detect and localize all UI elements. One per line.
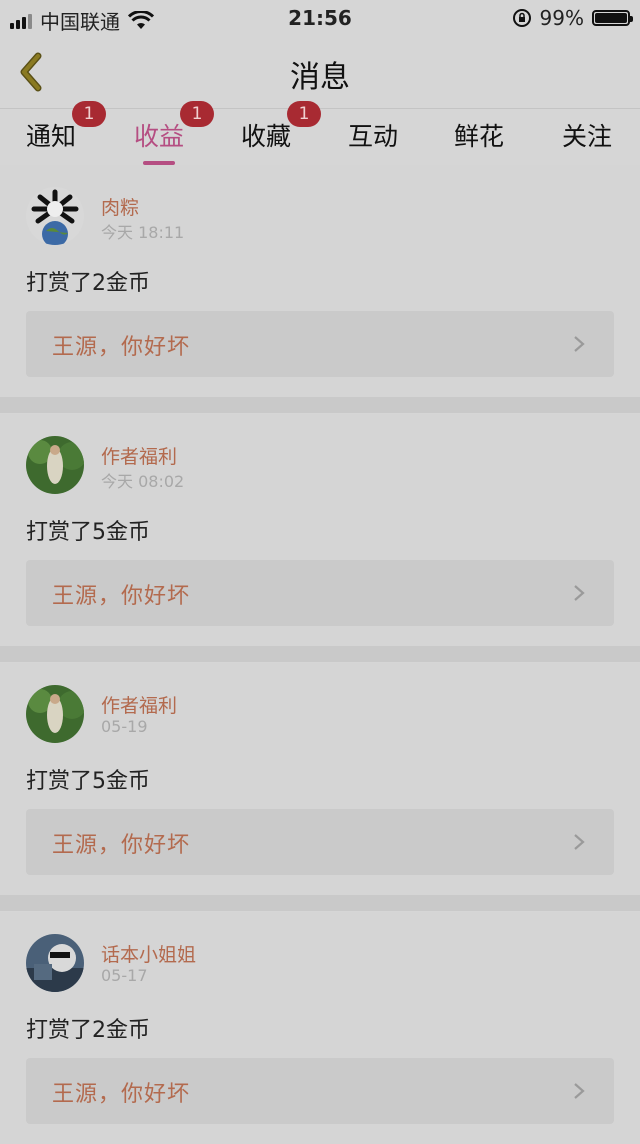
tab-label: 收藏 — [241, 122, 292, 151]
work-title: 王源，你好坏 — [52, 833, 191, 858]
timestamp: 05-17 — [101, 966, 148, 985]
tab-label: 收益 — [134, 122, 185, 151]
work-title: 王源，你好坏 — [52, 335, 191, 360]
battery-icon — [592, 10, 633, 26]
work-title: 王源，你好坏 — [52, 1082, 191, 1107]
tab-bar: 通知 1 收益 1 收藏 1 互动 鲜花 关注 — [0, 101, 640, 165]
timestamp: 05-19 — [101, 717, 148, 736]
unread-badge: 1 — [72, 101, 107, 127]
nav-bar: 消息 — [0, 36, 640, 109]
avatar[interactable] — [26, 934, 84, 992]
unread-badge: 1 — [287, 101, 322, 127]
chevron-right-icon — [574, 834, 585, 850]
tab-flowers[interactable]: 鲜花 — [454, 117, 504, 153]
user-name[interactable]: 作者福利 — [101, 691, 177, 718]
divider — [0, 397, 640, 413]
chevron-right-icon — [574, 336, 585, 352]
reward-text: 打赏了2金币 — [26, 1018, 150, 1043]
reward-text: 打赏了5金币 — [26, 520, 150, 545]
chevron-right-icon — [574, 585, 585, 601]
page-title: 消息 — [290, 60, 350, 95]
status-right: 99% — [512, 6, 633, 30]
tab-label: 互动 — [348, 122, 399, 151]
list-item: 作者福利 05-19 打赏了5金币 王源，你好坏 — [0, 663, 640, 895]
timestamp: 今天 08:02 — [101, 472, 185, 491]
tab-earnings[interactable]: 收益 1 — [134, 101, 215, 165]
battery-percent: 99% — [539, 6, 584, 30]
tab-notifications[interactable]: 通知 1 — [26, 101, 107, 153]
tab-favorites[interactable]: 收藏 1 — [241, 101, 322, 153]
tab-label: 通知 — [26, 122, 77, 151]
timestamp: 今天 18:11 — [101, 223, 185, 242]
tab-following[interactable]: 关注 — [562, 117, 612, 153]
rotation-lock-icon — [512, 9, 531, 27]
reward-text: 打赏了5金币 — [26, 769, 150, 794]
list-item: 作者福利 今天 08:02 打赏了5金币 王源，你好坏 — [0, 414, 640, 646]
status-bar: 中国联通 21:56 99% — [0, 0, 640, 36]
chevron-right-icon — [574, 1083, 585, 1099]
work-link[interactable]: 王源，你好坏 — [26, 1058, 614, 1124]
avatar[interactable] — [26, 187, 84, 245]
tab-label: 关注 — [562, 122, 613, 151]
avatar[interactable] — [26, 436, 84, 494]
user-name[interactable]: 话本小姐姐 — [101, 940, 196, 967]
work-link[interactable]: 王源，你好坏 — [26, 809, 614, 875]
divider — [0, 895, 640, 911]
avatar[interactable] — [26, 685, 84, 743]
list-item: 话本小姐姐 05-17 打赏了2金币 王源，你好坏 — [0, 912, 640, 1144]
work-link[interactable]: 王源，你好坏 — [26, 311, 614, 377]
tab-label: 鲜花 — [454, 122, 505, 151]
user-name[interactable]: 肉粽 — [101, 193, 139, 220]
divider — [0, 646, 640, 662]
reward-text: 打赏了2金币 — [26, 271, 150, 296]
tab-interactions[interactable]: 互动 — [348, 117, 398, 153]
work-link[interactable]: 王源，你好坏 — [26, 560, 614, 626]
unread-badge: 1 — [180, 101, 215, 127]
list-item: 肉粽 今天 18:11 打赏了2金币 王源，你好坏 — [0, 165, 640, 397]
work-title: 王源，你好坏 — [52, 584, 191, 609]
user-name[interactable]: 作者福利 — [101, 442, 177, 469]
